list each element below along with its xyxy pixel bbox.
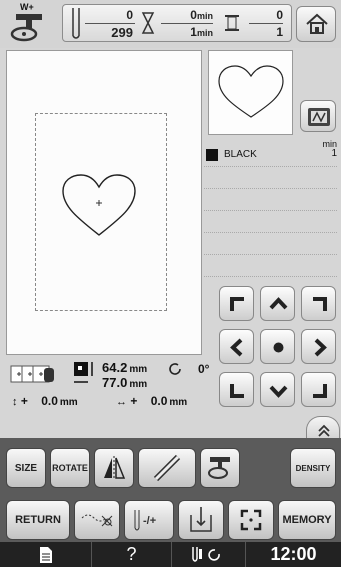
document-icon — [39, 546, 52, 563]
offset-vertical: ↕ + 0.0 mm — [12, 394, 78, 408]
trial-frame-icon — [240, 509, 262, 531]
stitch-current: 0 — [126, 8, 133, 22]
pattern-width: 64.2 mm — [102, 360, 148, 375]
color-swatch — [206, 149, 218, 161]
trial-button[interactable] — [228, 500, 274, 540]
status-bar: W+ 0 299 0min 1min 0 1 — [0, 0, 341, 48]
rotate-label: ROTATE — [52, 463, 88, 473]
corner-up-left-icon — [230, 297, 244, 311]
rotate-button[interactable]: ROTATE — [50, 448, 90, 488]
return-label: RETURN — [15, 514, 61, 526]
corner-down-right-icon — [313, 384, 327, 398]
move-up-right-button[interactable] — [301, 286, 336, 321]
system-bar: ? 12:00 — [0, 542, 341, 567]
clock: 12:00 — [270, 544, 317, 564]
size-label: SIZE — [14, 462, 38, 474]
needle-step-icon: -/+ — [134, 510, 156, 531]
center-dot-icon — [273, 342, 284, 353]
rotate-icon — [169, 363, 181, 375]
move-down-left-button[interactable] — [219, 372, 254, 407]
starting-point-button[interactable] — [178, 500, 224, 540]
hourglass-icon — [141, 12, 155, 34]
move-left-button[interactable] — [219, 329, 254, 364]
home-icon — [306, 13, 328, 34]
start-point-icon — [190, 507, 212, 532]
presser-foot-icon — [208, 457, 230, 479]
move-right-button[interactable] — [301, 329, 336, 364]
time-elapsed: 0min — [190, 8, 213, 22]
scissors-icon — [81, 514, 113, 527]
help-button[interactable]: ? — [92, 542, 172, 567]
cut-jump-button[interactable] — [74, 500, 120, 540]
pencil-icon — [153, 454, 181, 482]
function-toolbar: RETURN -/+ MEMORY — [6, 500, 336, 540]
stitch-status-panel: 0 299 0min 1min 0 1 — [62, 4, 292, 42]
mirror-icon — [104, 456, 126, 480]
thread-color-list: min 1 BLACK — [204, 140, 337, 285]
move-up-button[interactable] — [260, 286, 295, 321]
presser-foot-label: W+ — [20, 2, 34, 12]
time-total: 1min — [190, 25, 213, 39]
chevron-left-icon — [230, 338, 243, 357]
home-button[interactable] — [296, 6, 336, 42]
needle-rotate-icon — [191, 546, 220, 562]
stitch-count: 299 — [111, 25, 133, 40]
settings-button[interactable] — [172, 542, 246, 567]
chevron-right-icon — [314, 338, 327, 357]
frame-display-button[interactable] — [300, 100, 336, 132]
heart-pattern[interactable] — [59, 171, 139, 241]
edit-toolbar: SIZE ROTATE DENSITY — [6, 448, 336, 488]
svg-text:-/+: -/+ — [143, 515, 156, 527]
mirror-button[interactable] — [94, 448, 134, 488]
move-down-button[interactable] — [260, 372, 295, 407]
color-list-item[interactable]: BLACK — [206, 148, 326, 162]
move-up-left-button[interactable] — [219, 286, 254, 321]
help-icon: ? — [126, 544, 137, 564]
memory-label: MEMORY — [282, 514, 332, 526]
heart-preview-icon — [218, 65, 284, 118]
offset-horizontal: ↔ + 0.0 mm — [116, 394, 188, 408]
density-label: DENSITY — [295, 463, 331, 473]
rotation-angle: 0° — [198, 362, 210, 376]
position-pad — [219, 286, 339, 408]
frame-icon — [308, 108, 330, 126]
color-current: 0 — [276, 8, 283, 22]
density-button[interactable]: DENSITY — [290, 448, 336, 488]
info-button[interactable] — [0, 542, 92, 567]
size-button[interactable]: SIZE — [6, 448, 46, 488]
move-down-right-button[interactable] — [301, 372, 336, 407]
frame-size-icon — [10, 365, 54, 383]
corner-down-left-icon — [230, 384, 244, 398]
center-button[interactable] — [260, 329, 295, 364]
edit-stitch-button[interactable] — [138, 448, 196, 488]
pattern-info: 64.2 mm 0° 77.0 mm ↕ + 0.0 mm ↔ + 0.0 mm — [10, 360, 220, 410]
chevron-up-icon — [269, 297, 288, 310]
pattern-height: 77.0 mm — [102, 375, 148, 390]
return-button[interactable]: RETURN — [6, 500, 70, 540]
pattern-preview — [208, 50, 293, 135]
color-total: 1 — [276, 25, 283, 39]
color-name: BLACK — [224, 149, 257, 160]
embroidery-canvas[interactable] — [6, 50, 202, 355]
chevron-down-icon — [269, 385, 288, 398]
needle-forward-back-button[interactable]: -/+ — [124, 500, 174, 540]
corner-up-right-icon — [313, 297, 327, 311]
pattern-size-icon — [74, 362, 93, 383]
presser-foot-icon: W+ — [8, 2, 54, 44]
memory-button[interactable]: MEMORY — [278, 500, 336, 540]
spool-icon — [225, 15, 239, 31]
presser-foot-button[interactable] — [200, 448, 240, 488]
